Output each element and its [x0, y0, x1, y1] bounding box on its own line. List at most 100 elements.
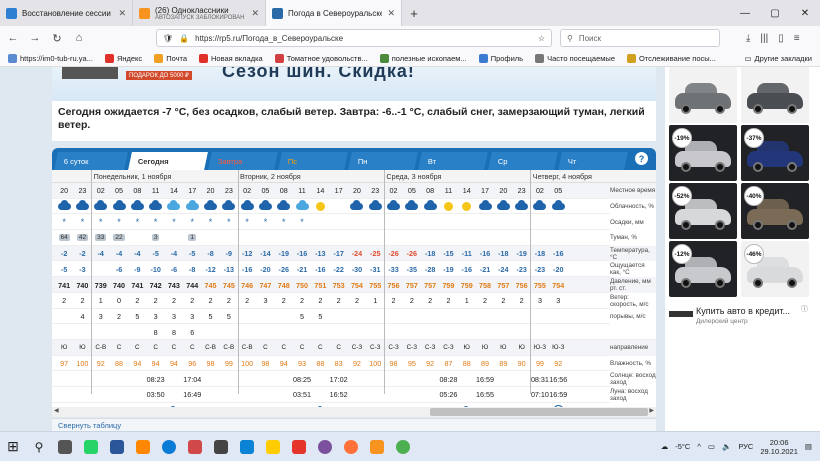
home-icon[interactable]: ⌂ — [72, 32, 86, 44]
scroll-left-icon[interactable]: ◀ — [54, 407, 59, 414]
search-box[interactable]: ⚲ Поиск — [560, 29, 720, 47]
car-wheel — [715, 220, 725, 230]
library-icon[interactable]: ||| — [760, 33, 768, 44]
weather-tab[interactable]: Чт — [558, 152, 628, 170]
car-ad-image[interactable]: -46% — [741, 241, 809, 297]
yandex-browser-taskbar-button[interactable] — [286, 432, 312, 461]
address-bar[interactable]: 🛡 🔒 https://rp5.ru/Погода_в_Североуральс… — [156, 29, 552, 47]
car-wheel — [715, 278, 725, 288]
back-icon[interactable]: ← — [6, 32, 20, 44]
bookmark-item[interactable]: https://im0-tub-ru.ya... — [8, 53, 93, 63]
web-content: ПОДАРОК ДО 5000 ₽ Сезон шин. Скидка! Сег… — [0, 67, 820, 431]
cell: -16 — [315, 264, 326, 274]
weather-tab[interactable]: Вт — [418, 152, 488, 170]
other-bookmarks-label: Другие закладки — [754, 53, 812, 63]
bookmark-item[interactable]: Почта — [154, 53, 187, 63]
help-icon[interactable]: ? — [635, 152, 648, 165]
cell: -8 — [207, 249, 214, 259]
ad-info-icon[interactable]: ⓘ — [801, 304, 811, 314]
collapse-table-link[interactable]: Свернуть таблицу — [52, 418, 656, 431]
viber-taskbar-button[interactable] — [312, 432, 338, 461]
cell: 2 — [483, 296, 488, 306]
sun-icon — [462, 202, 472, 212]
car-ad-image[interactable]: -19% — [669, 125, 737, 181]
network-icon[interactable]: ▭ — [708, 442, 715, 451]
firefox-taskbar-button[interactable] — [338, 432, 364, 461]
sidebar-icon[interactable]: ▯ — [778, 33, 784, 44]
weather-tab[interactable]: Завтра — [208, 152, 278, 170]
weather-temp[interactable]: -5°С — [675, 442, 690, 451]
tab-bar: Восстановление сессии ✕ (26) Одноклассники… — [0, 0, 820, 26]
mail-taskbar-button[interactable] — [234, 432, 260, 461]
weather-icon[interactable]: ☁ — [661, 442, 669, 451]
ok-taskbar-button[interactable] — [364, 432, 390, 461]
yandex-taskbar-button[interactable] — [260, 432, 286, 461]
table-row: 08:23 17:04 08:25 17:02 08:28 16:59 08:31 16:56… — [52, 371, 656, 388]
close-tab-icon[interactable]: ✕ — [118, 8, 126, 19]
close-tab-icon[interactable]: ✕ — [387, 8, 395, 19]
search-input[interactable]: Поиск — [579, 34, 601, 43]
cell: 92 — [426, 359, 435, 369]
car-ad-image[interactable] — [741, 67, 809, 123]
car-wheel — [715, 162, 725, 172]
bookmark-item[interactable]: Часто посещаемые — [535, 53, 615, 63]
menu-icon[interactable]: ≡ — [794, 33, 800, 44]
bookmark-star-icon[interactable]: ☆ — [538, 34, 545, 43]
reload-icon[interactable]: ↻ — [50, 32, 64, 45]
close-window-icon[interactable]: ✕ — [790, 0, 820, 26]
bookmark-item[interactable]: полезные ископаем... — [379, 53, 467, 63]
weather-tab[interactable]: Пн — [348, 152, 418, 170]
bookmark-item[interactable]: Новая вкладка — [199, 53, 263, 63]
ad-title[interactable]: Купить авто в кредит... — [696, 306, 790, 316]
whatsapp-taskbar-button[interactable] — [78, 432, 104, 461]
browser-tab[interactable]: Восстановление сессии ✕ — [0, 0, 133, 26]
bookmark-favicon-icon — [478, 53, 488, 63]
forward-icon[interactable]: → — [28, 32, 42, 44]
bookmark-item[interactable]: Томатное удовольств... — [274, 53, 368, 63]
weather-tab[interactable]: Пс — [278, 152, 348, 170]
cell: -15 — [443, 249, 454, 259]
tray-chevron-icon[interactable]: ^ — [697, 442, 701, 451]
close-tab-icon[interactable]: ✕ — [251, 8, 259, 19]
bookmark-item[interactable]: Профиль — [478, 53, 523, 63]
cell: 2 — [391, 296, 396, 306]
clock[interactable]: 20:06 29.10.2021 — [760, 438, 798, 456]
car-ad-image[interactable]: -37% — [741, 125, 809, 181]
table-scrollbar[interactable]: ◀ ▶ — [52, 407, 656, 417]
notifications-icon[interactable]: ▤ — [805, 442, 812, 451]
vlc-taskbar-button[interactable] — [130, 432, 156, 461]
volume-icon[interactable]: 🔈 — [722, 442, 731, 451]
car-ad-image[interactable]: -52% — [669, 183, 737, 239]
url-text[interactable]: https://rp5.ru/Погода_в_Североуральске — [195, 34, 532, 43]
language-indicator[interactable]: РУС — [738, 442, 753, 451]
weather-tab[interactable]: Ср — [488, 152, 558, 170]
weather-tab[interactable]: Сегодня — [128, 152, 208, 170]
maximize-icon[interactable]: ▢ — [760, 0, 790, 26]
downloads-icon[interactable]: ⤓ — [746, 33, 750, 44]
task-view-taskbar-button[interactable] — [52, 432, 78, 461]
scroll-right-icon[interactable]: ▶ — [649, 407, 654, 414]
browser-tab[interactable]: Погода в Североуральске - РП5 ✕ — [266, 0, 402, 26]
browser-tab[interactable]: (26) Одноклассники АВТОЗАПУСК ЗАБЛОКИРОВА… — [133, 0, 266, 26]
cell — [366, 214, 384, 230]
bookmark-item[interactable]: Отслеживание посы... — [627, 53, 716, 63]
cell: 743 — [167, 280, 180, 290]
tab-subtitle: АВТОЗАПУСК ЗАБЛОКИРОВАН — [155, 14, 245, 21]
other-bookmarks[interactable]: ▭ Другие закладки — [744, 54, 812, 63]
car-ad-image[interactable]: -40% — [741, 183, 809, 239]
start-button[interactable]: ⊞ — [0, 432, 26, 461]
taskbar-search-icon[interactable]: ⚲ — [26, 432, 52, 461]
fog-value: 42 — [76, 234, 89, 242]
car-ad-image[interactable] — [669, 67, 737, 123]
new-tab-button[interactable]: + — [402, 0, 426, 26]
scroll-thumb[interactable] — [430, 408, 648, 416]
edge-taskbar-button[interactable] — [156, 432, 182, 461]
calc-taskbar-button[interactable] — [208, 432, 234, 461]
bookmark-item[interactable]: Яндекс — [104, 53, 142, 63]
minimize-icon[interactable]: — — [730, 0, 760, 26]
weather-tab[interactable]: 6 суток — [54, 152, 128, 170]
paint-taskbar-button[interactable] — [182, 432, 208, 461]
car-ad-image[interactable]: -12% — [669, 241, 737, 297]
word-taskbar-button[interactable] — [104, 432, 130, 461]
chrome-taskbar-button[interactable] — [390, 432, 416, 461]
